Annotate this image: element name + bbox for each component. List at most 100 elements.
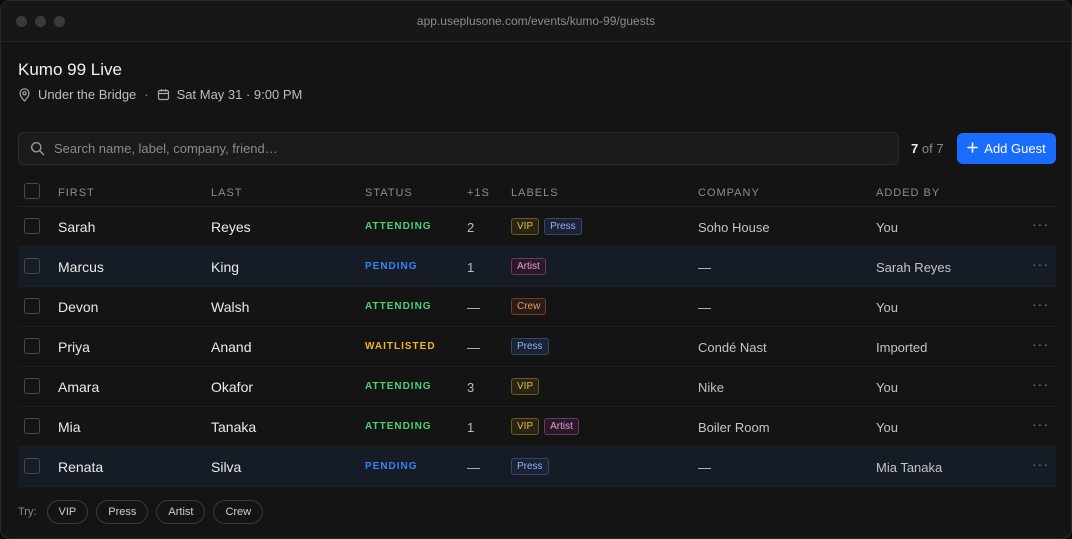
label-tag-crew[interactable]: Crew — [511, 298, 547, 315]
select-all-checkbox[interactable] — [24, 183, 40, 199]
event-meta: Under the Bridge · Sat May 31 · 9:00 PM — [18, 87, 302, 102]
column-header-last[interactable]: LAST — [211, 187, 243, 199]
guest-table: FIRST LAST STATUS +1S LABELS COMPANY ADD… — [18, 177, 1056, 487]
table-row[interactable]: Mia Tanaka ATTENDING 1 VIP Artist Boiler Room Y… — [18, 407, 1056, 447]
table-row[interactable]: Renata Silva PENDING — Press — Mia Tanaka ··· — [18, 447, 1056, 487]
row-checkbox[interactable] — [24, 458, 40, 474]
company: Nike — [698, 380, 725, 395]
column-header-company[interactable]: COMPANY — [698, 187, 760, 199]
company: — — [698, 460, 711, 475]
column-header-first[interactable]: FIRST — [58, 187, 95, 199]
row-checkbox[interactable] — [24, 338, 40, 354]
plus-ones-count: 1 — [467, 260, 475, 275]
suggestion-bar: Try: VIP Press Artist Crew — [18, 500, 264, 524]
last-name: Silva — [211, 459, 242, 475]
added-by: You — [876, 420, 898, 435]
added-by: You — [876, 220, 898, 235]
row-checkbox[interactable] — [24, 418, 40, 434]
status-badge: PENDING — [365, 461, 418, 472]
suggestion-chip-vip[interactable]: VIP — [46, 500, 89, 524]
table-row[interactable]: Amara Okafor ATTENDING 3 VIP Nike You ··· — [18, 367, 1056, 407]
labels-cell: VIP — [511, 378, 540, 395]
added-by: You — [876, 300, 898, 315]
plus-ones-count: 2 — [467, 220, 475, 235]
labels-cell: VIP Artist — [511, 418, 579, 435]
table-row[interactable]: Sarah Reyes ATTENDING 2 VIP Press Soho House Yo… — [18, 207, 1056, 247]
title-bar: app.useplusone.com/events/kumo-99/guests — [1, 1, 1071, 42]
column-header-plus-ones[interactable]: +1S — [467, 187, 490, 199]
label-tag-press[interactable]: Press — [511, 458, 549, 475]
suggestion-chip-artist[interactable]: Artist — [156, 500, 206, 524]
suggestion-chip-crew[interactable]: Crew — [213, 500, 264, 524]
row-checkbox[interactable] — [24, 378, 40, 394]
company: Soho House — [698, 220, 770, 235]
location-pin-icon — [18, 87, 32, 102]
last-name: Walsh — [211, 299, 250, 315]
company: — — [698, 300, 711, 315]
plus-ones-count: — — [467, 300, 480, 315]
status-badge: ATTENDING — [365, 381, 432, 392]
label-tag-press[interactable]: Press — [511, 338, 549, 355]
first-name: Priya — [58, 339, 90, 355]
label-tag-artist[interactable]: Artist — [511, 258, 546, 275]
guest-count: 7 of 7 — [911, 141, 944, 156]
added-by: Imported — [876, 340, 928, 355]
venue-text: Under the Bridge — [38, 87, 137, 102]
search-icon — [30, 141, 45, 156]
plus-icon — [967, 141, 979, 156]
label-tag-vip[interactable]: VIP — [511, 218, 540, 235]
row-checkbox[interactable] — [24, 258, 40, 274]
last-name: Tanaka — [211, 419, 257, 435]
column-header-added-by[interactable]: ADDED BY — [876, 187, 940, 199]
more-actions-icon[interactable]: ··· — [1032, 296, 1049, 312]
more-actions-icon[interactable]: ··· — [1032, 336, 1049, 352]
meta-separator: · — [144, 87, 149, 102]
column-header-status[interactable]: STATUS — [365, 187, 413, 199]
table-row[interactable]: Priya Anand WAITLISTED — Press Condé Nast Impo… — [18, 327, 1056, 367]
first-name: Marcus — [58, 259, 104, 275]
search-input[interactable] — [54, 141, 874, 156]
plus-ones-count: — — [467, 460, 480, 475]
label-tag-artist[interactable]: Artist — [544, 418, 579, 435]
first-name: Mia — [58, 419, 81, 435]
status-badge: ATTENDING — [365, 421, 432, 432]
last-name: King — [211, 259, 240, 275]
table-row[interactable]: Devon Walsh ATTENDING — Crew — You ··· — [18, 287, 1056, 327]
address-bar-url[interactable]: app.useplusone.com/events/kumo-99/guests — [1, 14, 1071, 28]
more-actions-icon[interactable]: ··· — [1032, 216, 1049, 232]
guest-count-total: of 7 — [921, 141, 944, 156]
try-label: Try: — [18, 506, 37, 518]
first-name: Amara — [58, 379, 100, 395]
more-actions-icon[interactable]: ··· — [1032, 376, 1049, 392]
last-name: Okafor — [211, 379, 254, 395]
label-tag-vip[interactable]: VIP — [511, 418, 540, 435]
status-badge: PENDING — [365, 261, 418, 272]
labels-cell: Press — [511, 458, 549, 475]
more-actions-icon[interactable]: ··· — [1032, 456, 1049, 472]
column-header-labels[interactable]: LABELS — [511, 187, 559, 199]
browser-window: app.useplusone.com/events/kumo-99/guests… — [0, 0, 1072, 539]
added-by: Sarah Reyes — [876, 260, 952, 275]
search-box[interactable] — [18, 132, 899, 165]
status-badge: WAITLISTED — [365, 341, 436, 352]
more-actions-icon[interactable]: ··· — [1032, 256, 1049, 272]
page-title: Kumo 99 Live — [18, 60, 122, 79]
suggestion-chip-press[interactable]: Press — [96, 500, 149, 524]
add-guest-label: Add Guest — [984, 141, 1046, 156]
row-checkbox[interactable] — [24, 298, 40, 314]
row-checkbox[interactable] — [24, 218, 40, 234]
label-tag-press[interactable]: Press — [544, 218, 582, 235]
label-tag-vip[interactable]: VIP — [511, 378, 540, 395]
table-row[interactable]: Marcus King PENDING 1 Artist — Sarah Reyes ··· — [18, 247, 1056, 287]
labels-cell: Crew — [511, 298, 547, 315]
more-actions-icon[interactable]: ··· — [1032, 416, 1049, 432]
labels-cell: Artist — [511, 258, 546, 275]
table-body: Sarah Reyes ATTENDING 2 VIP Press Soho House Yo… — [18, 207, 1056, 487]
status-badge: ATTENDING — [365, 221, 432, 232]
add-guest-button[interactable]: Add Guest — [957, 133, 1056, 164]
plus-ones-count: — — [467, 340, 480, 355]
table-header: FIRST LAST STATUS +1S LABELS COMPANY ADD… — [18, 177, 1056, 207]
labels-cell: VIP Press — [511, 218, 582, 235]
labels-cell: Press — [511, 338, 549, 355]
company: Boiler Room — [698, 420, 770, 435]
